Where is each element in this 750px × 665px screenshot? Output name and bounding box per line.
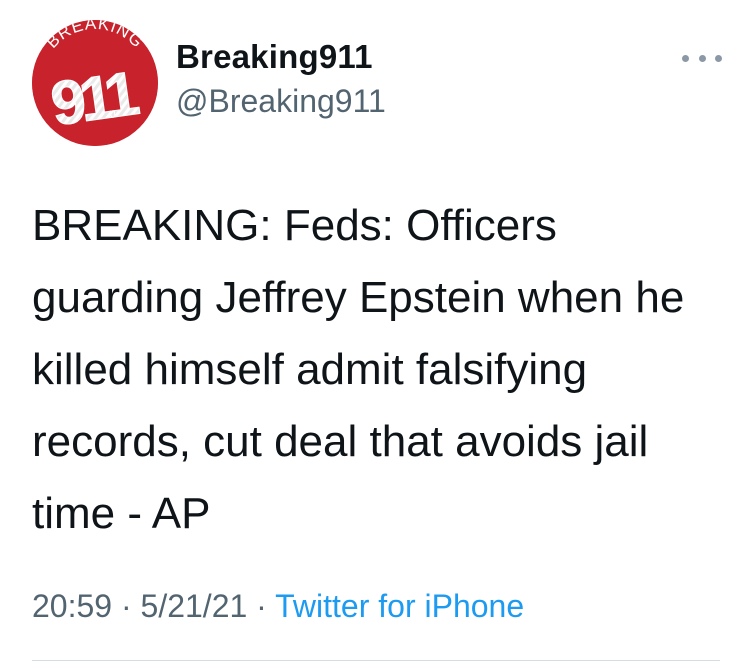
meta-separator: · (256, 588, 267, 624)
more-options-icon[interactable] (682, 52, 722, 64)
meta-separator: · (120, 588, 132, 624)
avatar-number-text: 911 (47, 59, 142, 139)
tweet-meta: 20:59 · 5/21/21 · Twitter for iPhone (32, 588, 524, 625)
more-dot (698, 54, 706, 62)
account-names: Breaking911 @Breaking911 (176, 37, 386, 121)
avatar[interactable]: BREAKING 911 (32, 20, 158, 146)
more-dot (682, 54, 689, 62)
account-handle[interactable]: @Breaking911 (176, 81, 386, 121)
display-name[interactable]: Breaking911 (176, 37, 386, 77)
tweet-source-link[interactable]: Twitter for iPhone (275, 588, 524, 624)
more-dot (715, 54, 722, 62)
breaking911-logo: BREAKING 911 (32, 20, 158, 146)
tweet-time[interactable]: 20:59 (32, 588, 112, 624)
tweet-text: BREAKING: Feds: Officers guarding Jeffre… (32, 201, 685, 538)
tweet-date[interactable]: 5/21/21 (141, 588, 248, 624)
tweet-card: BREAKING 911 Breaking911 @Breaking911 BR… (0, 0, 750, 665)
divider (32, 660, 720, 661)
tweet-header: BREAKING 911 Breaking911 @Breaking911 (32, 20, 386, 146)
